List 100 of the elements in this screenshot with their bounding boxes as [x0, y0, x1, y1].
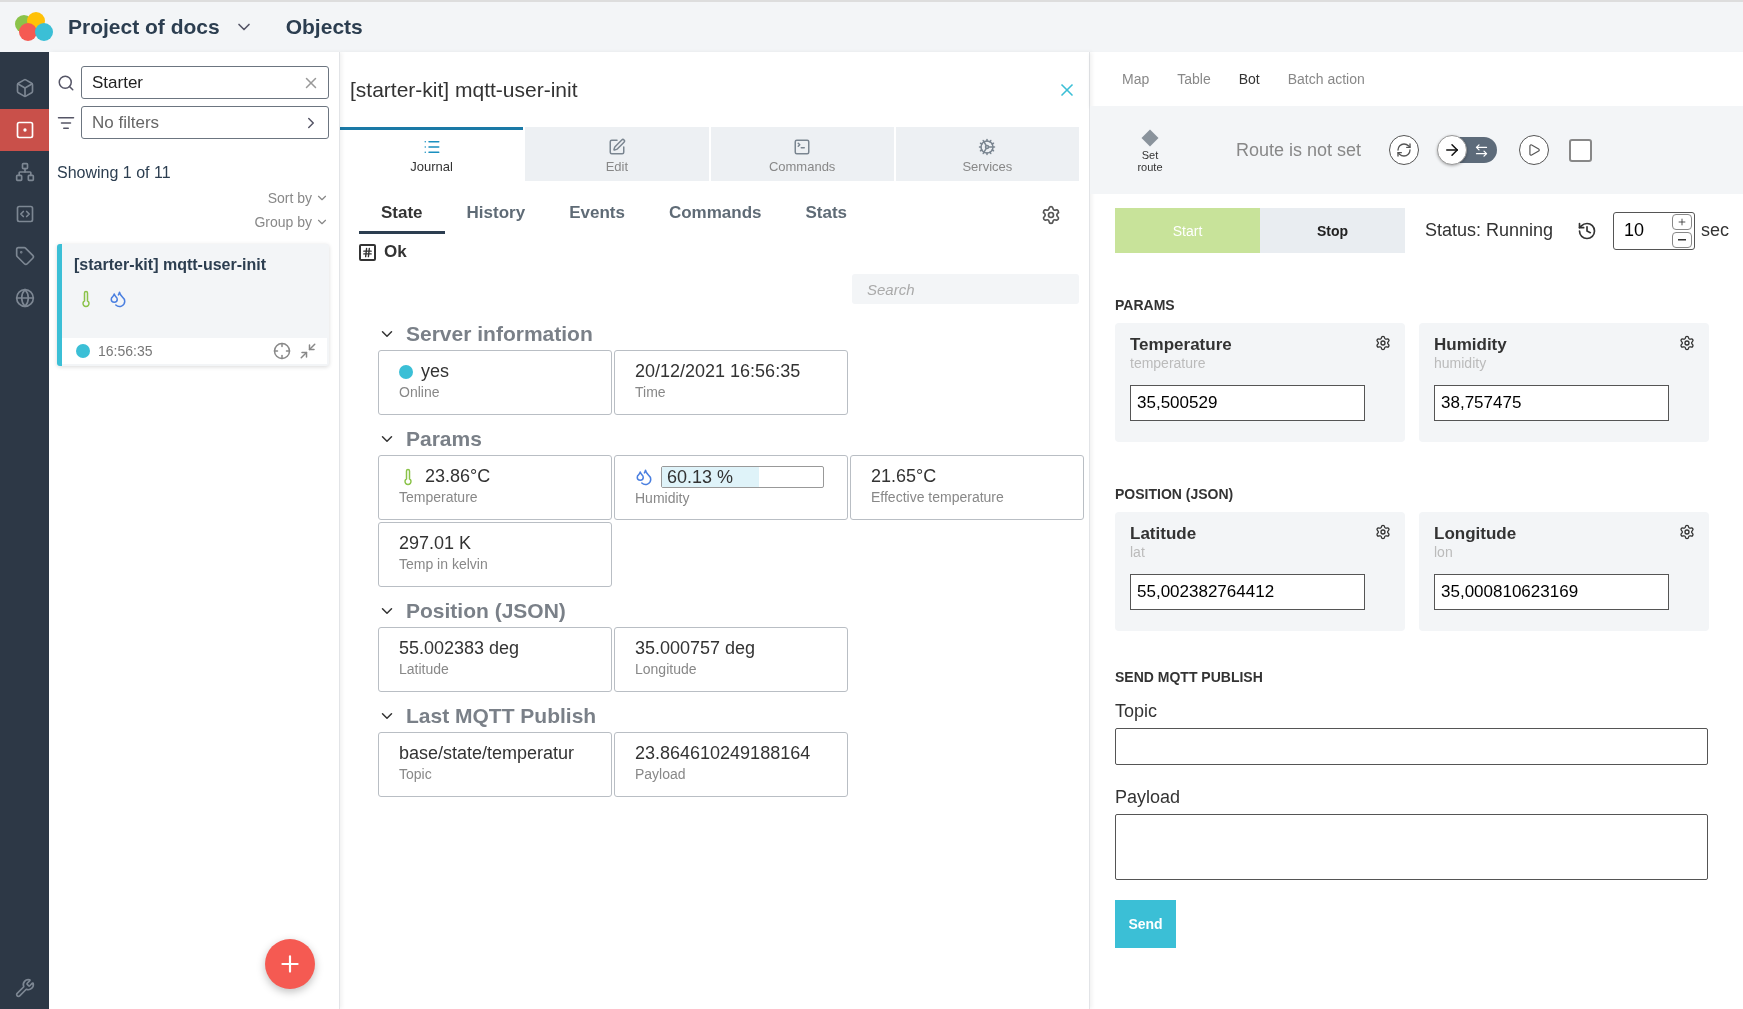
search-field[interactable]: Search — [852, 274, 1079, 304]
view-tab[interactable]: Map — [1122, 71, 1150, 87]
terminal-icon — [793, 137, 812, 156]
status-text: Ok — [384, 242, 407, 262]
cell-value: 20/12/2021 16:56:35 — [635, 361, 801, 382]
group-title: POSITION (JSON) — [1114, 485, 1235, 504]
group-dropdown[interactable]: Group by — [254, 214, 329, 230]
swap-arrows-icon — [1474, 142, 1490, 158]
section-header[interactable]: Position (JSON) — [378, 591, 1079, 627]
section-title: Last MQTT Publish — [406, 704, 597, 728]
view-tab[interactable]: Bot — [1238, 71, 1260, 87]
settings-icon[interactable] — [1679, 524, 1695, 540]
gear-icon — [1041, 204, 1061, 225]
cog-icon — [978, 137, 997, 156]
tab[interactable]: Journal — [340, 127, 524, 181]
group-title: SEND MQTT PUBLISH — [1114, 668, 1264, 687]
sub-tab[interactable]: Stats — [783, 195, 870, 234]
topic-input[interactable] — [1115, 728, 1708, 765]
param-key: lon — [1434, 544, 1695, 560]
cell-label: Temperature — [399, 489, 479, 505]
run-status: Status: Running — [1425, 220, 1554, 241]
checkbox[interactable] — [1569, 138, 1593, 162]
cell-label: Temp in kelvin — [399, 556, 489, 572]
sub-tab[interactable]: Commands — [646, 195, 784, 234]
crosshair-icon[interactable] — [273, 342, 291, 360]
cell-label: Longitude — [635, 661, 698, 677]
cell-label: Latitude — [399, 661, 450, 677]
plus-icon — [1677, 216, 1688, 227]
section-header[interactable]: Server information — [378, 314, 1079, 350]
sort-dropdown[interactable]: Sort by — [267, 190, 329, 206]
cube-icon — [14, 78, 35, 98]
history-icon — [1577, 220, 1598, 241]
param-input[interactable]: 38,757475 — [1434, 385, 1669, 421]
droplets-icon — [635, 468, 653, 486]
sub-tab[interactable]: Events — [547, 195, 647, 234]
param-name: Temperature — [1130, 335, 1232, 355]
sub-tab[interactable]: State — [359, 195, 445, 234]
minus-icon — [1678, 238, 1687, 241]
cell-value: 60.13 % — [666, 466, 734, 488]
tab[interactable]: Services — [895, 127, 1079, 181]
cell-value: 21.65°C — [871, 466, 937, 487]
settings-icon[interactable] — [1375, 335, 1391, 351]
cell-label: Online — [399, 384, 441, 400]
tools-icon — [14, 978, 35, 998]
field-label: Payload — [1114, 787, 1182, 808]
search-icon — [57, 73, 75, 92]
globe-icon — [14, 288, 35, 308]
tab[interactable]: Edit — [525, 127, 709, 181]
sub-tab[interactable]: History — [444, 195, 548, 234]
hierarchy-icon — [14, 162, 35, 182]
cell-label: Humidity — [635, 490, 691, 506]
param-input[interactable]: 55,002382764412 — [1130, 574, 1365, 610]
view-tab[interactable]: Batch action — [1287, 71, 1365, 87]
cell-label: Effective temperature — [871, 489, 1005, 505]
settings-icon[interactable] — [1679, 335, 1695, 351]
card-time: 16:56:35 — [98, 343, 154, 359]
route-status: Route is not set — [1236, 139, 1362, 161]
param-name: Latitude — [1130, 524, 1197, 544]
filter-field[interactable]: No filters — [81, 106, 329, 139]
param-name: Humidity — [1434, 335, 1507, 355]
loop-button[interactable] — [1389, 135, 1420, 165]
droplets-icon — [109, 290, 127, 308]
section-header[interactable]: Last MQTT Publish — [378, 696, 1079, 732]
param-key: lat — [1130, 544, 1391, 560]
cell-label: Payload — [635, 766, 687, 782]
rail-item[interactable] — [0, 109, 49, 151]
direction-toggle[interactable] — [1439, 137, 1498, 163]
settings-icon[interactable] — [1375, 524, 1391, 540]
section-header[interactable]: Params — [378, 419, 1079, 455]
param-name: Longitude — [1434, 524, 1517, 544]
cell-value: 23.86°C — [425, 466, 491, 487]
cell-value: base/state/temperatur — [399, 743, 575, 764]
param-input[interactable]: 35,500529 — [1130, 385, 1365, 421]
field-label: Topic — [1114, 701, 1159, 722]
cell-value: 23.864610249188164 — [635, 743, 811, 764]
unit-label: sec — [1701, 220, 1730, 241]
payload-input[interactable] — [1115, 814, 1708, 880]
tag-icon — [14, 246, 35, 266]
set-route-button[interactable]: Set route — [1130, 127, 1170, 173]
add-button[interactable] — [265, 939, 315, 989]
view-tab[interactable]: Table — [1177, 71, 1211, 87]
pen-square-icon — [607, 137, 626, 156]
refresh-icon — [1396, 142, 1413, 158]
section-title: Objects — [285, 15, 363, 39]
code-window-icon — [14, 204, 35, 224]
cell-value: 297.01 K — [399, 533, 472, 554]
card-title: [starter-kit] mqtt-user-init — [73, 255, 267, 274]
tab[interactable]: Commands — [710, 127, 894, 181]
settings-button[interactable] — [1041, 204, 1061, 225]
param-input[interactable]: 35,000810623169 — [1434, 574, 1669, 610]
object-card[interactable]: [starter-kit] mqtt-user-init 16:56:35 — [57, 244, 329, 366]
section-title: Params — [406, 427, 482, 451]
collapse-icon[interactable] — [299, 342, 317, 360]
cell-value: 35.000757 deg — [635, 638, 756, 659]
play-button[interactable] — [1519, 135, 1550, 165]
result-count: Showing 1 of 11 — [57, 164, 172, 182]
search-field[interactable]: Starter — [81, 66, 329, 99]
object-title: [starter-kit] mqtt-user-init — [350, 77, 578, 102]
stop-button[interactable]: Stop — [1260, 208, 1405, 253]
section-title: Position (JSON) — [406, 599, 566, 623]
